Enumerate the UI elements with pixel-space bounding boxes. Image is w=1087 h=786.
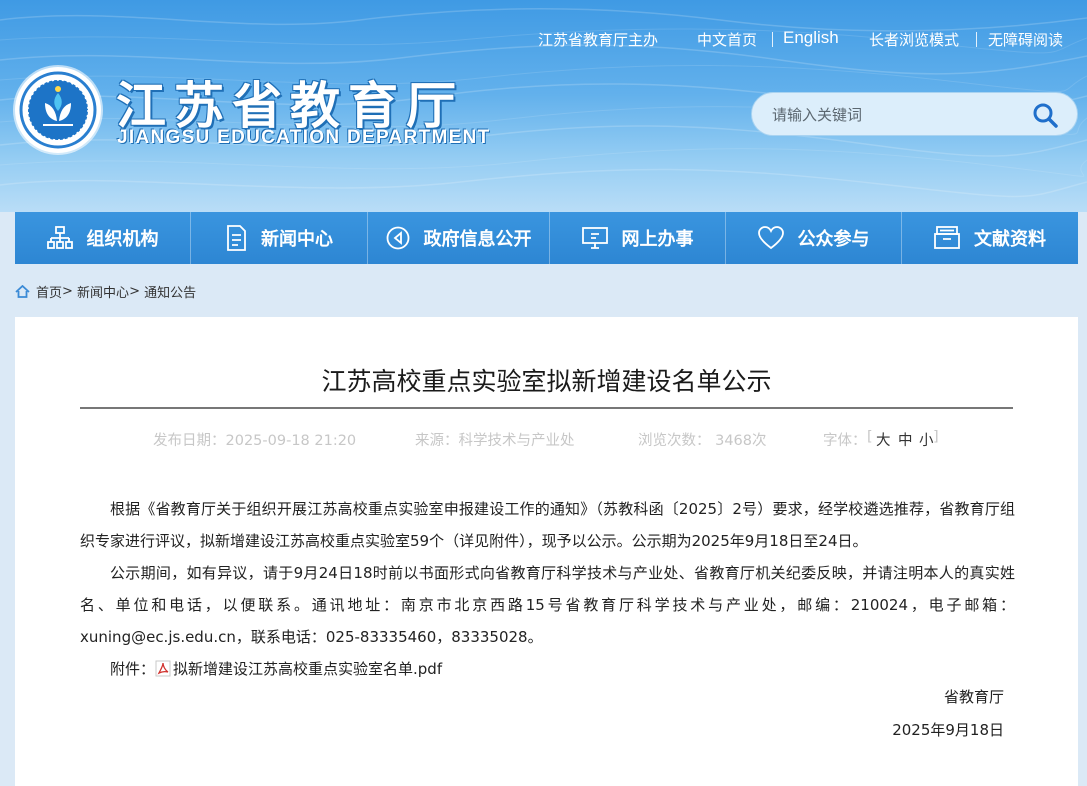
view-count: 浏览次数： 3468次 (638, 433, 767, 449)
font-size-label: 字体： (823, 433, 867, 449)
home-icon (15, 284, 30, 298)
top-links: 江苏省教育厅主办 中文首页 English 长者浏览模式 无障碍阅读 (0, 28, 1087, 51)
nav-label: 政府信息公开 (423, 229, 532, 250)
monitor-icon (581, 227, 608, 249)
nav-item-organization[interactable]: 组织机构 (15, 212, 191, 264)
nav-item-online-service[interactable]: 网上办事 (550, 212, 726, 264)
nav-item-news[interactable]: 新闻中心 (191, 212, 368, 264)
attachment-link[interactable]: 拟新增建设江苏高校重点实验室名单.pdf (155, 660, 442, 678)
main-nav: 组织机构 新闻中心 政府信息公开 网上办事 公众参与 文献资料 (15, 212, 1078, 264)
article-meta: 发布日期：2025-09-18 21:20 来源：科学技术与产业处 浏览次数： … (15, 429, 1078, 449)
font-size-bracket: [ (867, 429, 873, 445)
breadcrumb-notices[interactable]: 通知公告 (144, 282, 196, 301)
speaker-icon (386, 226, 409, 250)
link-divider (772, 32, 773, 47)
breadcrumb: 首页 > 新闻中心 > 通知公告 (15, 282, 196, 301)
paragraph: 根据《省教育厅关于组织开展江苏高校重点实验室申报建设工作的通知》（苏教科函〔20… (80, 500, 1015, 550)
site-logo-subtitle: JIANGSU EDUCATION DEPARTMENT (117, 127, 491, 148)
nav-label: 组织机构 (86, 229, 159, 250)
nav-item-public-participation[interactable]: 公众参与 (726, 212, 902, 264)
nav-label: 网上办事 (621, 229, 694, 250)
home-cn-link[interactable]: 中文首页 (697, 29, 757, 50)
article-body: 根据《省教育厅关于组织开展江苏高校重点实验室申报建设工作的通知》（苏教科函〔20… (80, 493, 1015, 685)
org-chart-icon (46, 226, 73, 249)
search-box (751, 92, 1078, 136)
article-panel: 江苏高校重点实验室拟新增建设名单公示 发布日期：2025-09-18 21:20… (15, 317, 1078, 786)
heart-icon (757, 226, 784, 250)
search-input[interactable] (772, 103, 1022, 127)
attachment-label: 附件： (110, 660, 156, 678)
document-icon (227, 225, 246, 251)
signature: 省教育厅 (943, 688, 1004, 706)
search-button[interactable] (1031, 101, 1059, 129)
paragraph: 公示期间，如有异议，请于9月24日18时前以书面形式向省教育厅科学技术与产业处、… (80, 564, 1015, 646)
elder-mode-link[interactable]: 长者浏览模式 (869, 29, 959, 50)
font-large-button[interactable]: 大 (876, 429, 891, 450)
nav-item-gov-info[interactable]: 政府信息公开 (368, 212, 550, 264)
archive-icon (934, 226, 960, 249)
font-size-bracket: ] (933, 429, 939, 445)
accessible-reading-link[interactable]: 无障碍阅读 (988, 29, 1063, 50)
article-source: 来源：科学技术与产业处 (415, 433, 575, 449)
english-link[interactable]: English (783, 28, 839, 48)
title-divider (80, 407, 1013, 409)
search-icon (1033, 103, 1058, 128)
nav-label: 新闻中心 (261, 229, 333, 250)
font-medium-button[interactable]: 中 (898, 429, 913, 450)
site-header: 江苏省教育厅主办 中文首页 English 长者浏览模式 无障碍阅读 江苏省教育… (0, 0, 1087, 212)
department-emblem-icon[interactable] (15, 67, 101, 153)
nav-label: 公众参与 (797, 229, 870, 250)
article-title: 江苏高校重点实验室拟新增建设名单公示 (321, 367, 772, 396)
attachment-filename: 拟新增建设江苏高校重点实验室名单.pdf (173, 660, 443, 678)
sign-date: 2025年9月18日 (892, 721, 1004, 739)
nav-label: 文献资料 (974, 229, 1046, 250)
breadcrumb-home[interactable]: 首页 (36, 282, 62, 301)
publish-date: 发布日期：2025-09-18 21:20 (153, 433, 357, 449)
host-text: 江苏省教育厅主办 (538, 31, 659, 49)
link-divider (976, 32, 977, 47)
breadcrumb-separator: > (62, 283, 78, 299)
font-small-button[interactable]: 小 (919, 429, 934, 450)
breadcrumb-separator: > (129, 283, 145, 299)
attachment-line: 附件： 拟新增建设江苏高校重点实验室名单.pdf (80, 653, 1015, 685)
pdf-icon (155, 660, 171, 677)
nav-item-archives[interactable]: 文献资料 (902, 212, 1078, 264)
breadcrumb-news[interactable]: 新闻中心 (77, 282, 129, 301)
